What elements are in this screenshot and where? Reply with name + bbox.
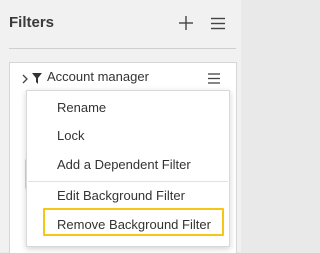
funnel-icon [32, 71, 42, 84]
filter-row[interactable]: Account manager [10, 63, 236, 89]
menu-item-edit-background-filter[interactable]: Edit Background Filter [28, 182, 228, 210]
filter-context-menu: Rename Lock Add a Dependent Filter Edit … [26, 90, 230, 247]
filter-name: Account manager [47, 69, 149, 84]
menu-item-remove-background-filter[interactable]: Remove Background Filter [28, 211, 228, 239]
panel-title: Filters [9, 14, 55, 31]
filters-panel: Filters Account manager Rename Lock Add … [0, 0, 241, 253]
menu-item-add-dependent-filter[interactable]: Add a Dependent Filter [28, 151, 228, 179]
chevron-right-icon[interactable] [21, 71, 29, 84]
hamburger-menu-icon[interactable] [208, 71, 220, 84]
plus-icon[interactable] [178, 15, 194, 31]
hamburger-menu-icon[interactable] [211, 17, 225, 30]
menu-item-lock[interactable]: Lock [28, 122, 228, 150]
menu-item-rename[interactable]: Rename [28, 94, 228, 122]
header-divider [9, 48, 236, 49]
panel-header: Filters [0, 0, 241, 48]
